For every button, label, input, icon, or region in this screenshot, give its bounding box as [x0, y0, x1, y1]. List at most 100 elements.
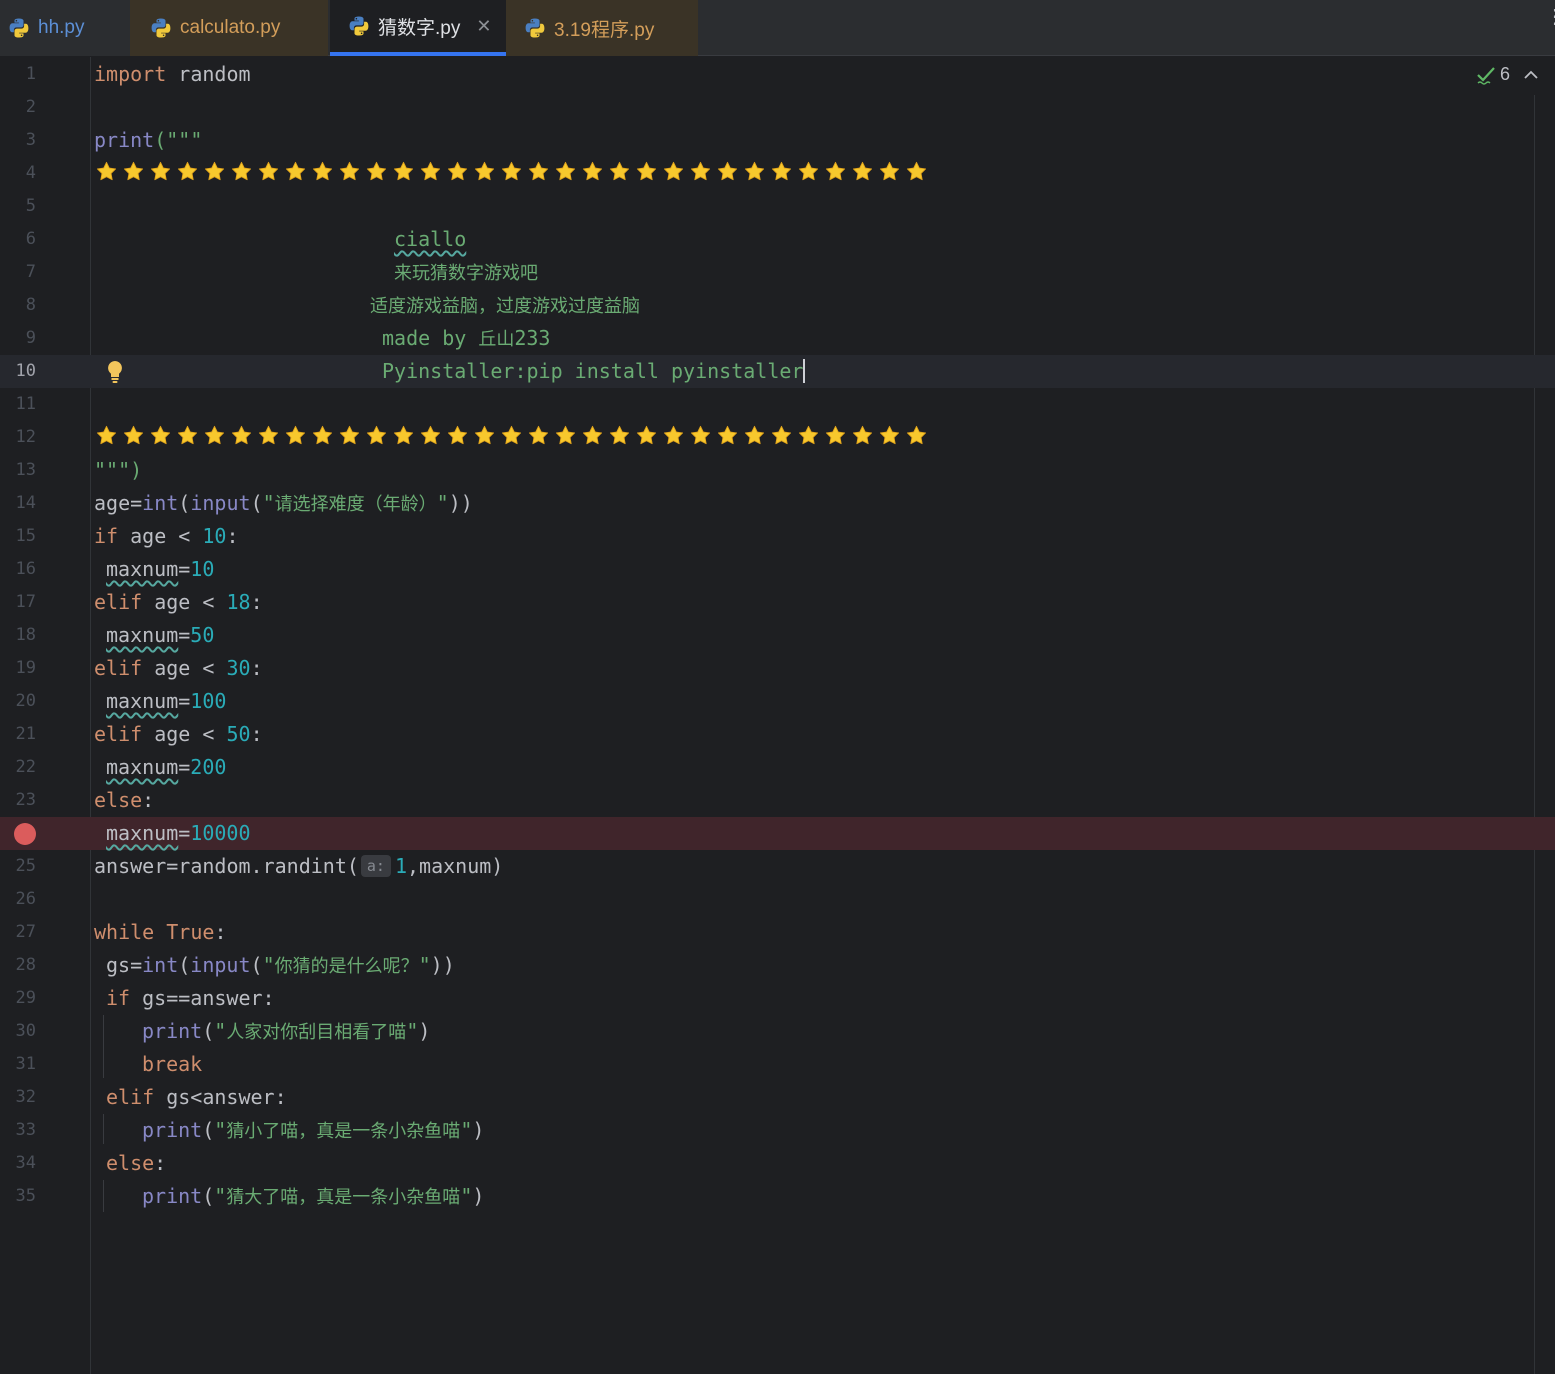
tab-guess-number-py[interactable]: 猜数字.py ✕ — [330, 0, 506, 56]
code-line[interactable]: 31 break — [0, 1048, 1555, 1081]
tab-calculato-py[interactable]: calculato.py — [130, 0, 328, 56]
keyword: else — [94, 788, 143, 812]
string-literal: 猜大了喵，真是一条小杂鱼喵 — [226, 1187, 461, 1208]
code-line-current[interactable]: 10 Pyinstaller:pip install pyinstaller — [0, 355, 1555, 388]
code-line[interactable]: 15 if age < 10: — [0, 520, 1555, 553]
line-number: 27 — [15, 922, 36, 942]
code-line[interactable]: 19 elif age < 30: — [0, 652, 1555, 685]
number-literal: 1 — [394, 854, 408, 878]
star-icon — [825, 161, 846, 181]
star-icon — [879, 161, 900, 181]
star-icon — [555, 161, 576, 181]
code-line[interactable]: 23 else: — [0, 784, 1555, 817]
breakpoint-icon[interactable] — [14, 823, 36, 845]
code-text: ) — [418, 1019, 431, 1043]
star-icon — [366, 425, 387, 445]
code-line[interactable]: 18 maxnum=50 — [0, 619, 1555, 652]
code-line[interactable]: 13 """) — [0, 454, 1555, 487]
keyword: if — [106, 986, 131, 1010]
line-number: 30 — [15, 1021, 36, 1041]
code-line[interactable]: 7 来玩猜数字游戏吧 — [0, 256, 1555, 289]
code-text: : — [250, 722, 263, 746]
python-icon — [151, 18, 171, 38]
keyword: import — [94, 62, 167, 86]
more-options-icon[interactable]: ⋮ — [1545, 6, 1555, 26]
star-icon — [609, 161, 630, 181]
code-line[interactable]: 16 maxnum=10 — [0, 553, 1555, 586]
code-line[interactable]: 21 elif age < 50: — [0, 718, 1555, 751]
lightbulb-icon[interactable] — [104, 359, 126, 385]
code-line[interactable]: 35 print("猜大了喵，真是一条小杂鱼喵") — [0, 1180, 1555, 1213]
code-text: ( — [202, 1118, 215, 1142]
code-line[interactable]: 22 maxnum=200 — [0, 751, 1555, 784]
line-number: 2 — [25, 97, 36, 117]
code-line[interactable]: 20 maxnum=100 — [0, 685, 1555, 718]
code-line[interactable]: 14 age=int(input("请选择难度（年龄）")) — [0, 487, 1555, 520]
star-icon — [420, 161, 441, 181]
code-line[interactable]: 1 import random — [0, 58, 1555, 91]
code-text: : — [154, 1151, 167, 1175]
code-text: random — [166, 62, 251, 86]
tab-hh-py[interactable]: hh.py — [0, 0, 130, 56]
code-line[interactable]: 34 else: — [0, 1147, 1555, 1180]
number-literal: 10 — [202, 524, 227, 548]
code-text: : — [214, 920, 227, 944]
star-icon — [204, 161, 225, 181]
star-icon — [906, 425, 927, 445]
star-icon — [285, 161, 306, 181]
string-quote: " — [406, 1019, 419, 1043]
tab-label: 3.19程序.py — [554, 19, 655, 41]
line-number: 14 — [15, 493, 36, 513]
line-number: 22 — [15, 757, 36, 777]
code-line[interactable]: 32 elif gs<answer: — [0, 1081, 1555, 1114]
star-icon — [771, 425, 792, 445]
code-line[interactable]: 17 elif age < 18: — [0, 586, 1555, 619]
star-icon — [258, 161, 279, 181]
star-icon — [312, 161, 333, 181]
string-literal: 你猜的是什么呢？ — [274, 956, 419, 977]
parameter-hint: a: — [360, 854, 391, 877]
code-line[interactable]: 4 — [0, 157, 1555, 190]
string-literal: """) — [94, 458, 143, 482]
line-number: 19 — [15, 658, 36, 678]
code-text: ( — [202, 1019, 215, 1043]
code-line-breakpoint[interactable]: maxnum=10000 — [0, 817, 1555, 850]
line-number: 26 — [15, 889, 36, 909]
line-number: 18 — [15, 625, 36, 645]
keyword: break — [142, 1052, 203, 1076]
number-literal: 10000 — [190, 821, 251, 845]
star-icon — [258, 425, 279, 445]
string-literal: 来玩猜数字游戏吧 — [394, 263, 538, 284]
variable: maxnum — [106, 755, 179, 779]
string-literal: 猜小了喵，真是一条小杂鱼喵 — [226, 1121, 461, 1142]
string-literal: (""" — [154, 128, 203, 152]
code-line[interactable]: 2 — [0, 91, 1555, 124]
code-line[interactable]: 12 — [0, 421, 1555, 454]
star-icon — [150, 161, 171, 181]
line-number: 11 — [15, 394, 36, 414]
code-line[interactable]: 26 — [0, 883, 1555, 916]
code-line[interactable]: 25 answer=random.randint(a: 1,maxnum) — [0, 850, 1555, 883]
code-line[interactable]: 28 gs=int(input("你猜的是什么呢？")) — [0, 949, 1555, 982]
star-icon — [906, 161, 927, 181]
code-line[interactable]: 8 适度游戏益脑，过度游戏过度益脑 — [0, 289, 1555, 322]
code-line[interactable]: 29 if gs==answer: — [0, 982, 1555, 1015]
tab-label: hh.py — [38, 17, 85, 38]
code-line[interactable]: 27 while True: — [0, 916, 1555, 949]
code-line[interactable]: 33 print("猜小了喵，真是一条小杂鱼喵") — [0, 1114, 1555, 1147]
string-quote: " — [436, 491, 449, 515]
code-line[interactable]: 3 print(""" — [0, 124, 1555, 157]
star-icon — [420, 425, 441, 445]
code-line[interactable]: 11 — [0, 388, 1555, 421]
string-literal: 233 — [514, 326, 551, 350]
close-icon[interactable]: ✕ — [476, 16, 491, 37]
string-literal: Pyinstaller:pip install pyinstaller — [382, 359, 804, 383]
star-icon — [501, 425, 522, 445]
string-literal: 适度游戏益脑，过度游戏过度益脑 — [370, 296, 640, 317]
code-line[interactable]: 30 print("人家对你刮目相看了喵") — [0, 1015, 1555, 1048]
star-icon — [636, 161, 657, 181]
code-line[interactable]: 5 — [0, 190, 1555, 223]
tab-3-19-program-py[interactable]: 3.19程序.py — [506, 0, 698, 56]
code-line[interactable]: 6 ciallo — [0, 223, 1555, 256]
code-line[interactable]: 9 made by 丘山233 — [0, 322, 1555, 355]
